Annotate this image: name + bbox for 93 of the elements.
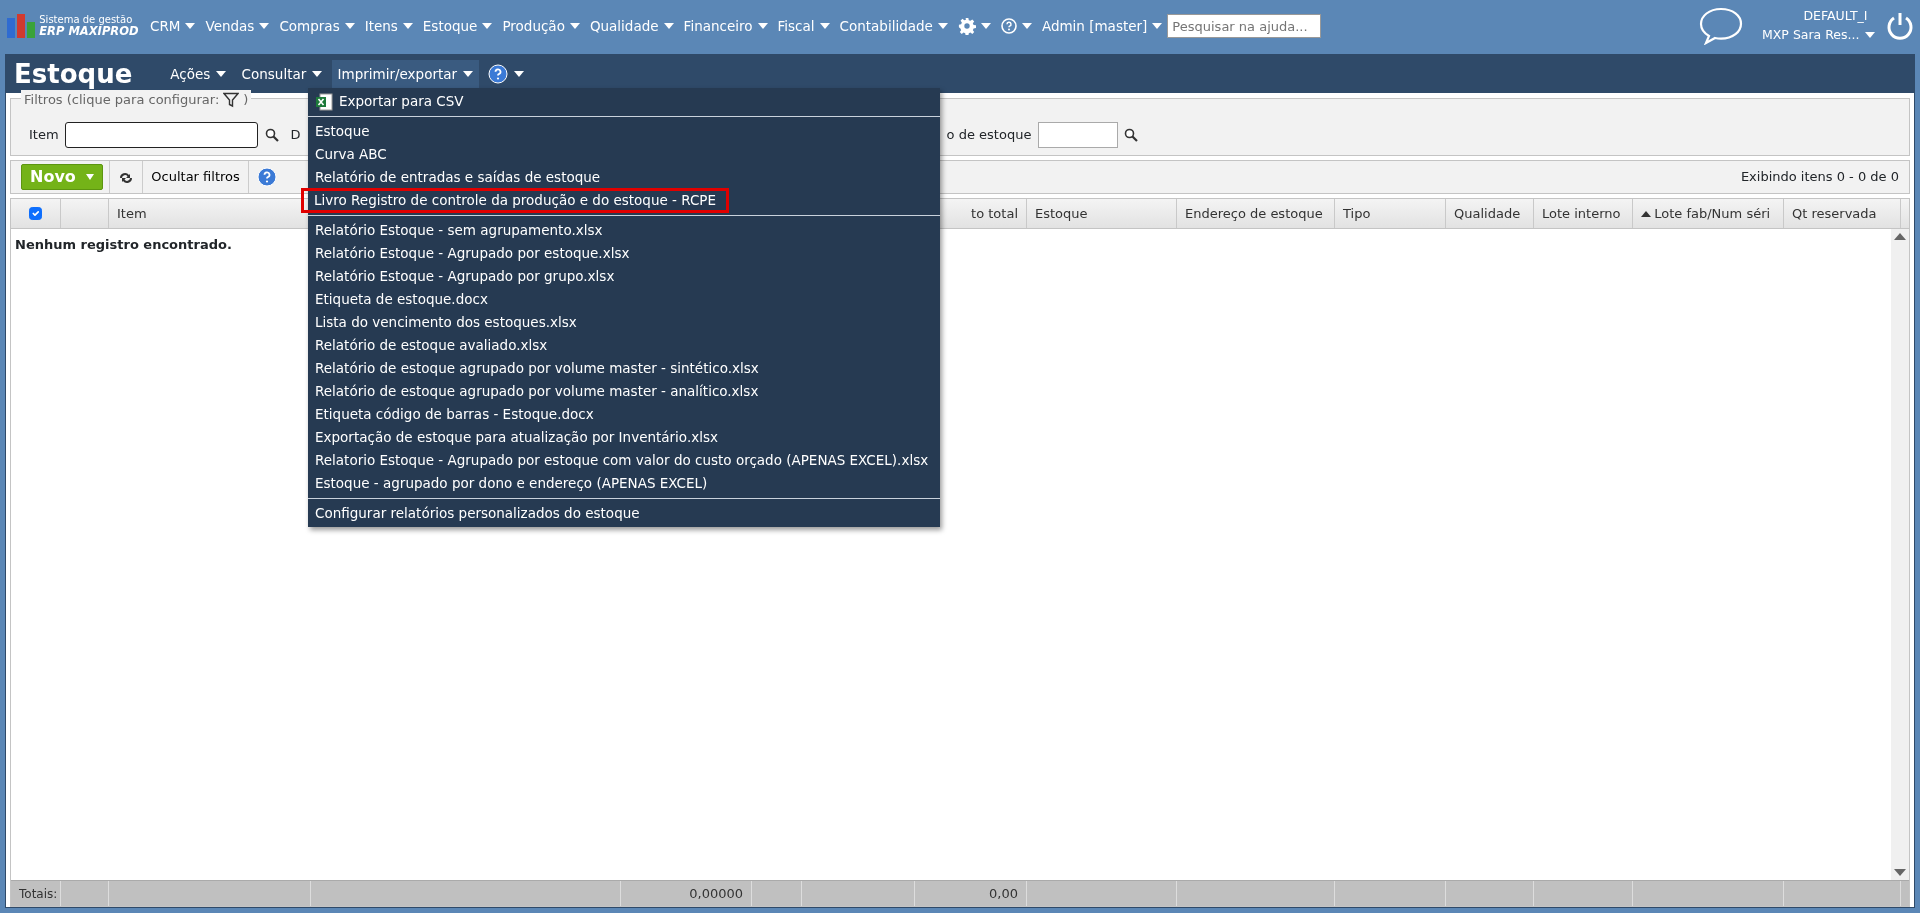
menu-item[interactable]: Configurar relatórios personalizados do estoque [309, 502, 939, 525]
caret-icon [819, 23, 830, 29]
filter-legend: ) [243, 90, 249, 110]
page-menu[interactable]: Ações [164, 59, 233, 89]
menu-item[interactable]: Relatorio Estoque - Agrupado por estoque com valor do custo orçado (APENAS EXCEL).xlsx [309, 449, 939, 472]
chat-icon[interactable] [1698, 7, 1744, 45]
scrollbar[interactable] [1891, 229, 1909, 880]
menu-item[interactable]: Estoque - agrupado por dono e endereço (APENAS EXCEL) [309, 472, 939, 495]
nav-menu[interactable]: Produção [497, 15, 585, 37]
caret-icon [402, 23, 413, 29]
menu-item[interactable]: Estoque [309, 120, 939, 143]
settings-icon [957, 17, 976, 35]
caret-icon [185, 23, 196, 29]
caret-icon [757, 23, 768, 29]
search-icon[interactable] [1124, 128, 1139, 142]
menu-item[interactable]: Relatório de estoque agrupado por volume master - sintético.xlsx [309, 357, 939, 380]
nav-menu[interactable]: Vendas [200, 15, 275, 37]
menu-item[interactable]: Livro Registro de controle da produção e do estoque - RCPE [302, 189, 728, 212]
total-value: 0,00000 [689, 884, 743, 903]
search-icon[interactable] [264, 128, 279, 142]
menu-item[interactable]: Relatório de entradas e saídas de estoque [309, 166, 939, 189]
filter-icon[interactable] [223, 91, 240, 108]
user-menu[interactable]: MXP Sara Res... [1757, 26, 1880, 45]
total-value: 0,00 [989, 884, 1018, 903]
column-header[interactable]: Estoque [1035, 203, 1088, 224]
column-header[interactable]: Lote interno [1542, 203, 1621, 224]
totals-label: Totais: [19, 885, 58, 903]
nav-menu[interactable]: Itens [359, 15, 418, 37]
menu-item[interactable]: Lista do vencimento dos estoques.xlsx [309, 311, 939, 334]
logo-text: ERP MAXIPROD [39, 25, 139, 38]
menu-item[interactable]: Relatório Estoque - sem agrupamento.xlsx [309, 219, 939, 242]
power-icon[interactable] [1886, 11, 1914, 41]
column-header[interactable]: Tipo [1343, 203, 1371, 224]
menu-item[interactable]: Curva ABC [309, 143, 939, 166]
column-header[interactable]: to total [971, 203, 1018, 224]
filter-label: o de estoque [946, 126, 1032, 145]
menu-item[interactable]: Relatório Estoque - Agrupado por estoque.xlsx [309, 242, 939, 265]
nav-menu[interactable]: Qualidade [584, 15, 679, 37]
logo-text: Sistema de gestão [39, 14, 133, 26]
caret-icon [1021, 23, 1032, 29]
caret-icon [980, 23, 991, 29]
menu-item[interactable]: Relatório de estoque agrupado por volume master - analítico.xlsx [309, 380, 939, 403]
caret-icon [312, 71, 323, 77]
caret-icon [514, 71, 525, 77]
empty-message: Nenhum registro encontrado. [14, 236, 233, 254]
caret-icon [663, 23, 674, 29]
caret-icon [85, 174, 94, 180]
nav-menu[interactable]: Estoque [417, 15, 498, 37]
filter-label: D [290, 126, 301, 145]
item-count: Exibindo itens 0 - 0 de 0 [1740, 168, 1899, 187]
page-menu[interactable]: Imprimir/exportar [331, 59, 480, 89]
filter-input[interactable] [1037, 122, 1118, 148]
column-header[interactable]: Lote fab/Num séri [1641, 203, 1771, 224]
nav-menu[interactable]: Financeiro [678, 15, 773, 37]
caret-icon [216, 71, 227, 77]
nav-menu[interactable]: Contabilidade [834, 15, 953, 37]
nav-menu[interactable]: Fiscal [772, 15, 835, 37]
menu-item[interactable]: Exportar para CSV [309, 90, 939, 113]
refresh-icon [118, 170, 135, 185]
scroll-up-icon[interactable] [1894, 233, 1906, 240]
help-icon [488, 64, 509, 84]
column-header[interactable]: Endereço de estoque [1185, 203, 1323, 224]
caret-icon [569, 23, 580, 29]
page-menu[interactable]: Consultar [235, 59, 329, 89]
help-icon [1000, 18, 1017, 34]
menu-item[interactable]: Relatório de estoque avaliado.xlsx [309, 334, 939, 357]
caret-icon [463, 71, 474, 77]
filter-legend: Filtros (clique para configurar: [24, 90, 220, 110]
filter-label: Item [29, 126, 59, 145]
menu-item[interactable]: Etiqueta código de barras - Estoque.docx [309, 403, 939, 426]
caret-icon [482, 23, 493, 29]
caret-icon [937, 23, 948, 29]
caret-icon [344, 23, 355, 29]
caret-icon [1864, 32, 1875, 39]
help-icon [256, 167, 277, 188]
sort-icon [1641, 210, 1651, 217]
logo-icon [6, 13, 36, 39]
column-header[interactable]: Qt reservada [1792, 203, 1877, 224]
search-field[interactable]: Pesquisar na ajuda... [1167, 14, 1322, 38]
column-header[interactable]: Item [117, 203, 147, 224]
spreadsheet-icon [315, 92, 333, 111]
hide-filters-button[interactable]: Ocultar filtros [142, 161, 248, 193]
nav-menu[interactable]: Compras [274, 15, 360, 37]
column-header[interactable]: Qualidade [1454, 203, 1521, 224]
menu-item[interactable]: Exportação de estoque para atualização por Inventário.xlsx [309, 426, 939, 449]
select-all-checkbox[interactable] [29, 207, 42, 220]
company-name: DEFAULT_I [1803, 7, 1868, 26]
page-title: Estoque [14, 57, 133, 91]
nav-menu[interactable]: CRM [145, 15, 201, 37]
menu-item[interactable]: Etiqueta de estoque.docx [309, 288, 939, 311]
caret-icon [259, 23, 270, 29]
filter-input[interactable] [65, 122, 259, 148]
menu-item[interactable]: Relatório Estoque - Agrupado por grupo.xlsx [309, 265, 939, 288]
